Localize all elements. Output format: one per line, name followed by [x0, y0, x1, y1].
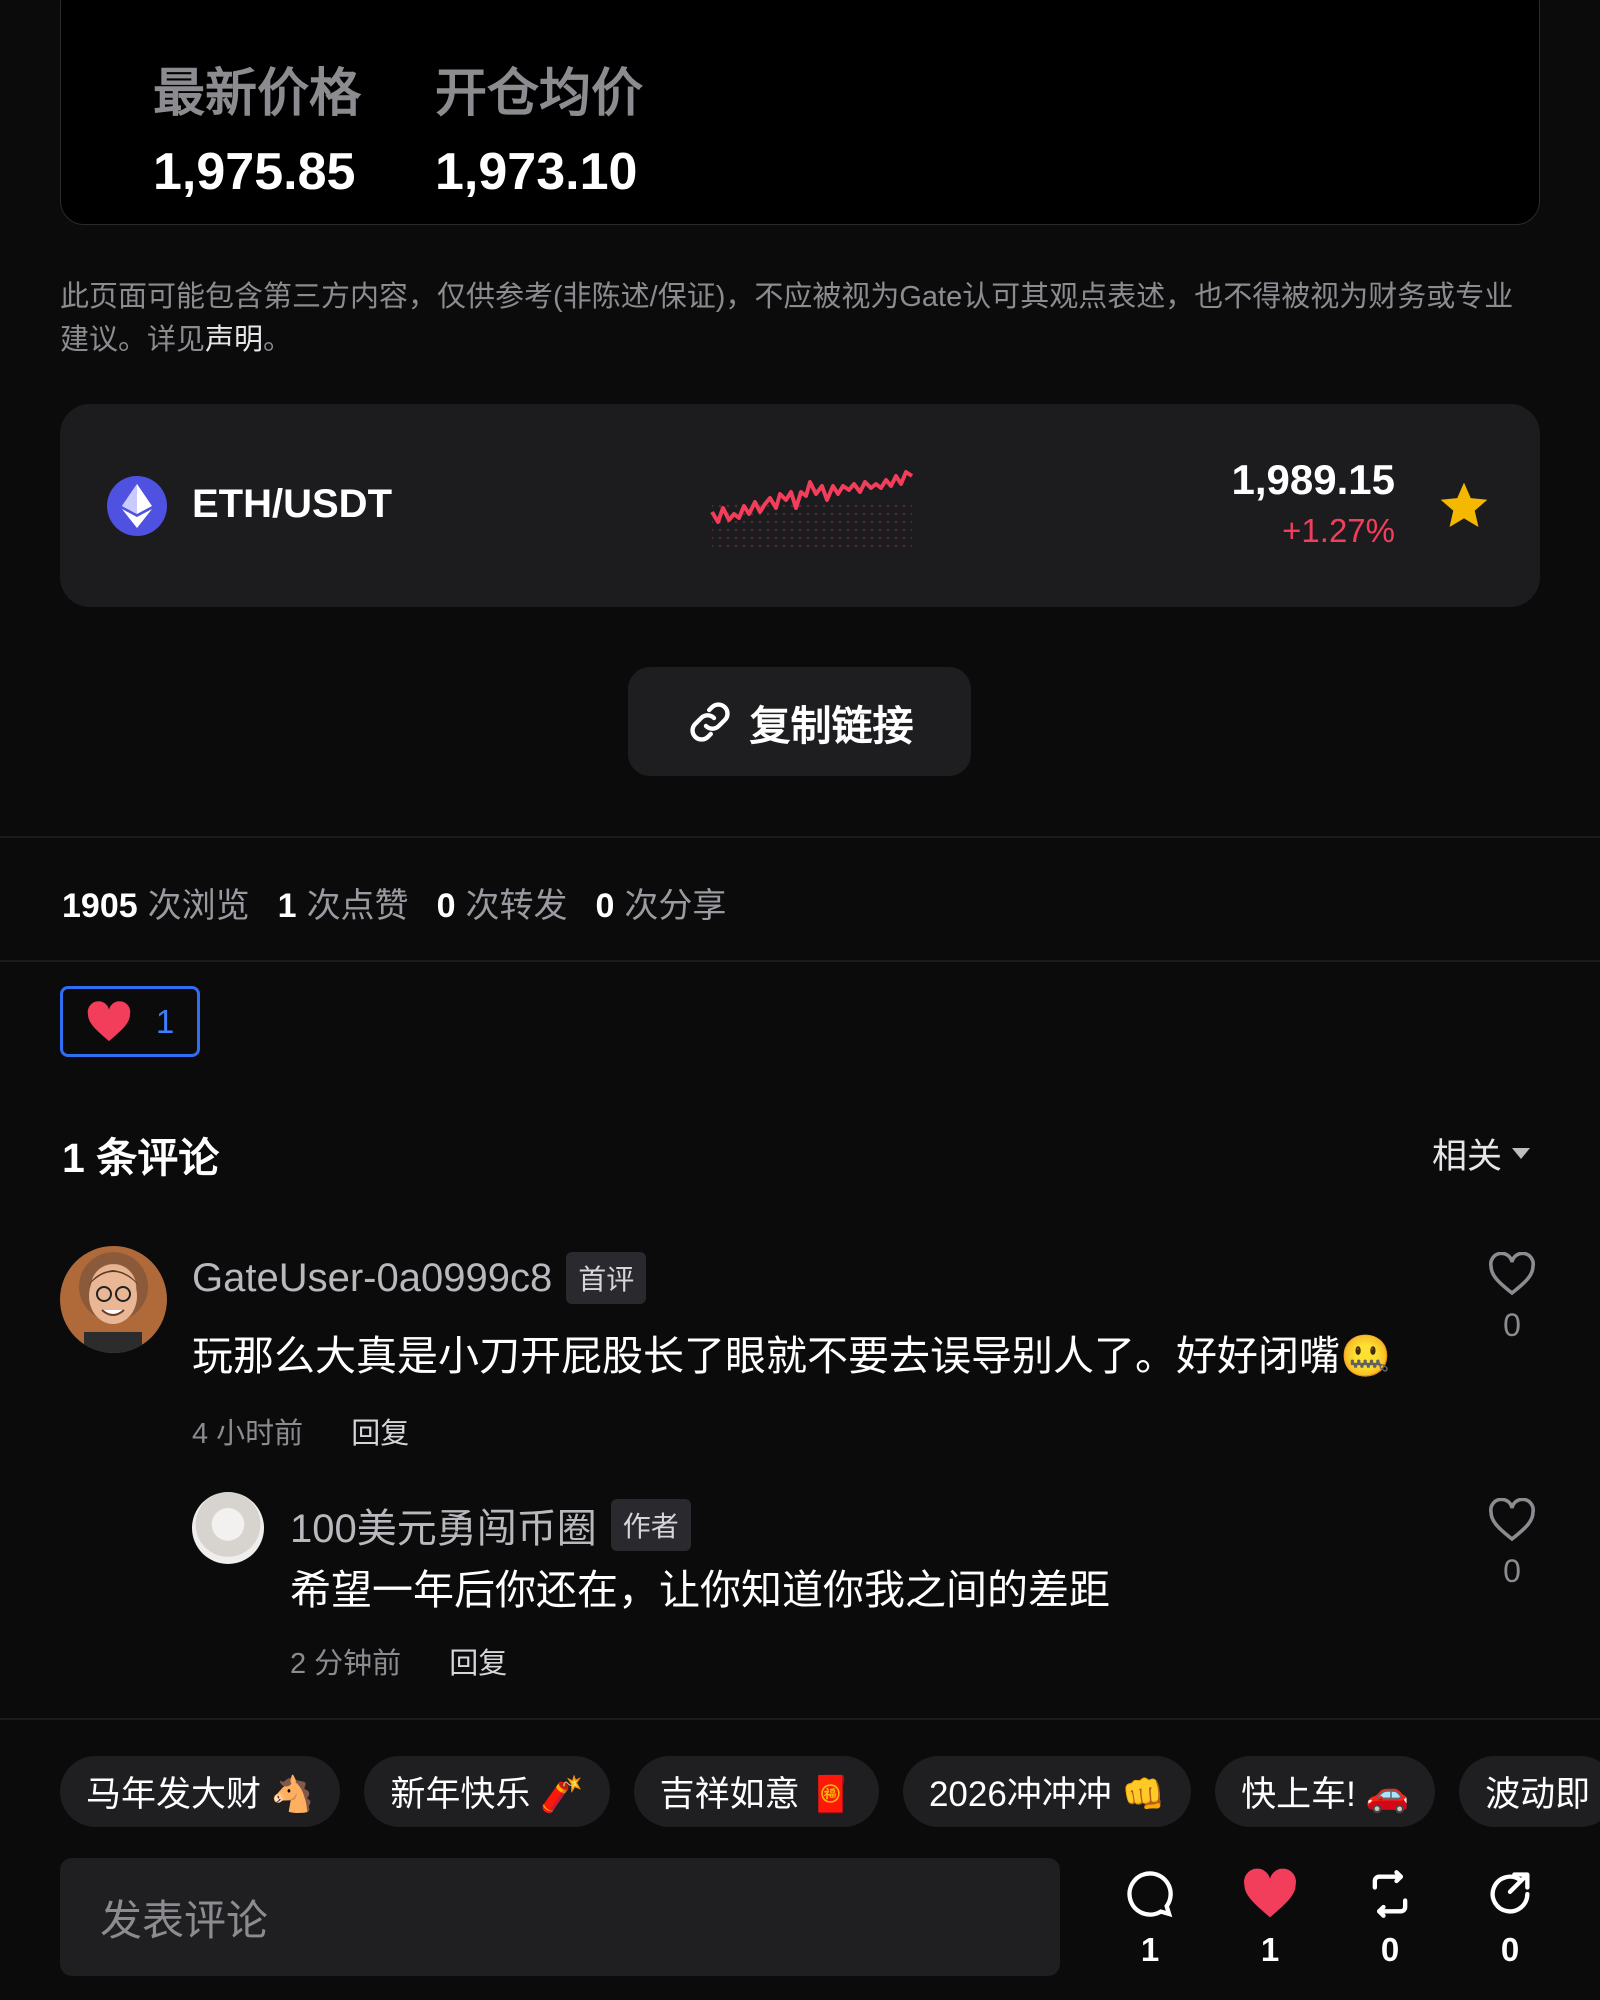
divider: [0, 836, 1600, 838]
comment-action[interactable]: 1: [1115, 1868, 1185, 1969]
avatar-face: [84, 1268, 142, 1353]
comments-sort-dropdown[interactable]: 相关: [1432, 1128, 1530, 1179]
reply-button[interactable]: 回复: [351, 1410, 409, 1452]
comment-like-1[interactable]: 0: [1482, 1251, 1542, 1344]
likes-count: 1: [277, 887, 297, 925]
copy-link-label: 复制链接: [749, 702, 914, 749]
caret-down-icon: [1512, 1147, 1530, 1159]
disclaimer-link[interactable]: 声明: [205, 324, 263, 356]
avatar[interactable]: [192, 1492, 264, 1564]
avg-open-label: 开仓均价: [435, 65, 644, 123]
comment-author-name[interactable]: GateUser-0a0999c8: [192, 1256, 552, 1301]
copy-link-button[interactable]: 复制链接: [628, 667, 971, 776]
disclaimer-end: 。: [263, 324, 293, 356]
position-card: 最新价格 1,975.85 开仓均价 1,973.10: [60, 0, 1540, 225]
post-stats: 1905 次浏览 1 次点赞 0 次转发 0 次分享: [62, 878, 744, 927]
ticker-change: +1.27%: [1282, 512, 1395, 549]
comment-text-2: 希望一年后你还在，让你知道你我之间的差距: [290, 1567, 1110, 1613]
avg-open-col: 开仓均价 1,973.10: [435, 51, 643, 202]
comment-time: 4 小时前: [192, 1418, 304, 1450]
heart-outline-icon: [1489, 1251, 1535, 1296]
repost-action-count: 0: [1380, 1931, 1400, 1968]
latest-price-label: 最新价格: [153, 65, 362, 123]
ticker-card[interactable]: ETH/USDT 1,989.15 +1.27%: [60, 404, 1540, 607]
like-chip-count: 1: [155, 1002, 175, 1040]
comment-input[interactable]: 发表评论: [60, 1858, 1060, 1976]
quick-chip[interactable]: 吉祥如意 🧧: [633, 1756, 879, 1827]
heart-icon: [1244, 1868, 1296, 1918]
likes-unit: 次点赞: [306, 887, 409, 925]
repost-icon: [1372, 1870, 1408, 1918]
repost-action[interactable]: 0: [1355, 1868, 1425, 1969]
star-icon[interactable]: [1436, 478, 1492, 534]
comment-meta-1: 4 小时前 回复: [192, 1410, 409, 1452]
quick-chip[interactable]: 马年发大财 🐴: [60, 1756, 341, 1827]
latest-price-col: 最新价格 1,975.85: [153, 51, 361, 202]
author-badge: 作者: [610, 1499, 691, 1551]
shares-unit: 次分享: [624, 887, 727, 925]
divider: [0, 960, 1600, 962]
quick-chip[interactable]: 新年快乐 🧨: [364, 1756, 610, 1827]
comment-author-2[interactable]: 100美元勇闯币圈 作者: [290, 1496, 691, 1554]
reposts-count: 0: [436, 887, 456, 925]
views-count: 1905: [62, 887, 138, 925]
shares-count: 0: [595, 887, 615, 925]
like-action[interactable]: 1: [1235, 1868, 1305, 1969]
comment-action-count: 1: [1140, 1931, 1160, 1968]
quick-reply-chips: 马年发大财 🐴 新年快乐 🧨 吉祥如意 🧧 2026冲冲冲 👊 快上车! 🚗 波…: [60, 1756, 1600, 1827]
comment-like-2[interactable]: 0: [1482, 1497, 1542, 1590]
comment-like-count: 0: [1503, 1553, 1521, 1589]
disclaimer: 此页面可能包含第三方内容，仅供参考(非陈述/保证)，不应被视为Gate认可其观点…: [60, 276, 1540, 362]
comment-icon: [1127, 1871, 1173, 1918]
first-comment-badge: 首评: [566, 1252, 647, 1304]
reposts-unit: 次转发: [465, 887, 568, 925]
heart-icon: [87, 1000, 131, 1041]
bottom-bar: 马年发大财 🐴 新年快乐 🧨 吉祥如意 🧧 2026冲冲冲 👊 快上车! 🚗 波…: [0, 1718, 1600, 2000]
comment-meta-2: 2 分钟前 回复: [290, 1640, 507, 1682]
like-reaction-chip[interactable]: 1: [60, 986, 200, 1057]
ticker-pair: ETH/USDT: [192, 482, 392, 526]
ticker-price: 1,989.15: [1231, 456, 1396, 503]
sparkline: [710, 470, 914, 552]
heart-outline-icon: [1489, 1497, 1535, 1542]
reply-button[interactable]: 回复: [449, 1640, 507, 1682]
comments-title: 1 条评论: [62, 1135, 220, 1181]
sort-label: 相关: [1431, 1137, 1502, 1176]
link-icon: [689, 701, 730, 742]
views-unit: 次浏览: [147, 887, 250, 925]
latest-price-value: 1,975.85: [153, 143, 356, 201]
like-action-count: 1: [1260, 1931, 1280, 1968]
comment-author-name[interactable]: 100美元勇闯币圈: [290, 1496, 597, 1554]
share-icon: [1490, 1872, 1530, 1914]
comment-like-count: 0: [1503, 1307, 1521, 1343]
quick-chip[interactable]: 波动即: [1459, 1756, 1600, 1827]
comment-text-1: 玩那么大真是小刀开屁股长了眼就不要去误导别人了。好好闭嘴🤐: [192, 1333, 1392, 1379]
share-action-count: 0: [1500, 1931, 1520, 1968]
avatar[interactable]: [60, 1246, 167, 1353]
share-action[interactable]: 0: [1475, 1868, 1545, 1969]
avg-open-value: 1,973.10: [435, 143, 638, 201]
eth-icon: [107, 476, 167, 536]
comment-author-1[interactable]: GateUser-0a0999c8 首评: [192, 1252, 647, 1304]
quick-chip[interactable]: 2026冲冲冲 👊: [902, 1756, 1192, 1827]
quick-chip[interactable]: 快上车! 🚗: [1215, 1756, 1436, 1827]
comment-time: 2 分钟前: [290, 1648, 402, 1680]
